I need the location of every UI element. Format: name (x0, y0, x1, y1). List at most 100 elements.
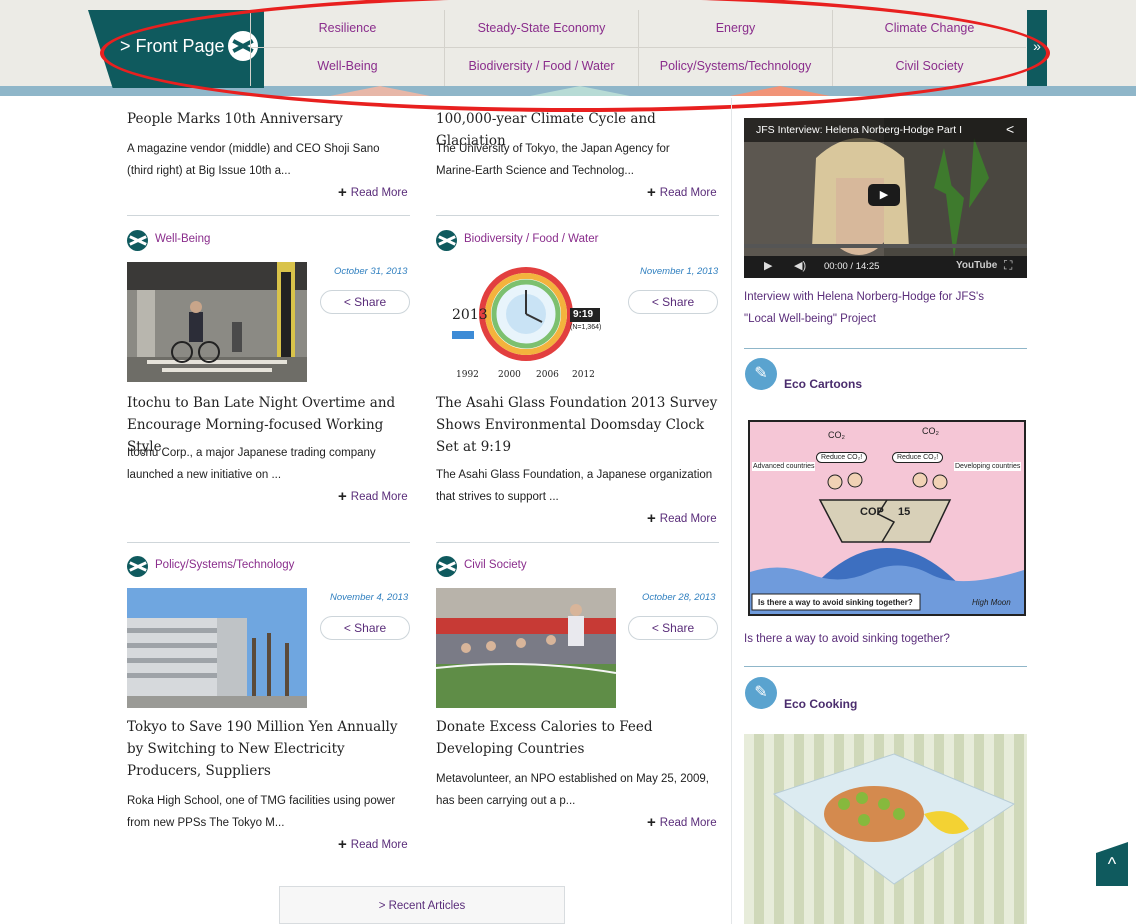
fullscreen-icon[interactable]: ⛶ (1004, 258, 1012, 273)
category-label: Policy/Systems/Technology (155, 559, 295, 571)
plus-icon: + (647, 184, 656, 201)
video-share-icon[interactable]: < (1006, 121, 1014, 137)
article-excerpt: Metavolunteer, an NPO established on May… (436, 773, 709, 807)
share-icon: < (651, 295, 663, 309)
topic-steady-state-economy[interactable]: Steady-State Economy (444, 10, 638, 48)
share-icon: < (343, 621, 355, 635)
read-more-link[interactable]: + Read More (338, 184, 408, 201)
category-tag[interactable]: Policy/Systems/Technology (127, 554, 347, 578)
article-date: October 31, 2013 (334, 266, 408, 277)
plus-icon: + (338, 488, 347, 505)
cartoon-speech-bubble: Reduce CO₂! (816, 452, 868, 463)
read-more-link[interactable]: + Read More (647, 814, 717, 831)
cartoon-label: Advanced countries (752, 462, 816, 471)
eco-cartoon-caption-link[interactable]: Is there a way to avoid sinking together… (744, 628, 1024, 650)
cartoon-co2: CO₂ (922, 426, 939, 436)
topic-civil-society[interactable]: Civil Society (832, 48, 1026, 86)
play-icon[interactable]: ▶ (868, 184, 900, 206)
divider (436, 542, 719, 543)
band-triangle (720, 86, 840, 96)
article-thumbnail[interactable] (127, 588, 307, 708)
article-excerpt: The Asahi Glass Foundation, a Japanese o… (436, 469, 713, 503)
article-headline[interactable]: Tokyo to Save 190 Million Yen Annually b… (127, 716, 417, 782)
article-headline[interactable]: The Asahi Glass Foundation 2013 Survey S… (436, 392, 726, 458)
category-icon (127, 230, 148, 251)
read-more-label: Read More (659, 187, 717, 199)
article-headline[interactable]: People Marks 10th Anniversary (127, 108, 417, 130)
back-to-top-button[interactable]: ^ (1096, 842, 1128, 886)
read-more-link[interactable]: + Read More (647, 184, 717, 201)
share-button[interactable]: < Share (628, 290, 718, 314)
read-more-link[interactable]: + Read More (338, 836, 408, 853)
eco-cooking-image[interactable] (744, 734, 1027, 924)
figure-year-tick: 2000 (498, 370, 521, 380)
share-button[interactable]: < Share (320, 616, 410, 640)
more-topics-button[interactable]: » (1027, 10, 1047, 86)
topic-climate-change[interactable]: Climate Change (832, 10, 1026, 48)
article-thumbnail[interactable] (127, 262, 307, 382)
category-icon (436, 556, 457, 577)
front-page-label: > Front Page (120, 36, 225, 56)
front-page-link[interactable]: > Front Page (88, 10, 264, 88)
youtube-logo[interactable]: YouTube (956, 260, 997, 271)
read-more-label: Read More (350, 839, 408, 851)
eco-cartoon-image[interactable]: CO₂ CO₂ Advanced countries Reduce CO₂! R… (748, 420, 1026, 616)
category-tag[interactable]: Well-Being (127, 228, 327, 252)
topic-well-being[interactable]: Well-Being (250, 48, 444, 86)
category-icon (127, 556, 148, 577)
topic-resilience[interactable]: Resilience (250, 10, 444, 48)
plus-icon: + (338, 184, 347, 201)
eco-cooking-badge-icon: ✎ (745, 677, 777, 709)
sidebar-divider (744, 348, 1027, 349)
category-label: Civil Society (464, 559, 527, 571)
read-more-link[interactable]: + Read More (647, 510, 717, 527)
plus-icon: + (338, 836, 347, 853)
read-more-label: Read More (350, 187, 408, 199)
plus-icon: + (647, 814, 656, 831)
topic-policy-systems-technology[interactable]: Policy/Systems/Technology (638, 48, 832, 86)
article-excerpt: The University of Tokyo, the Japan Agenc… (436, 143, 670, 177)
read-more-label: Read More (659, 817, 717, 829)
play-control-icon[interactable]: ▶ (764, 259, 772, 272)
topic-energy[interactable]: Energy (638, 10, 832, 48)
video-caption-link[interactable]: Interview with Helena Norberg-Hodge for … (744, 286, 994, 330)
doomsday-clock-figure[interactable]: 2013 9:19 (N=1,364) 1992 2000 2006 2012 (436, 262, 616, 382)
share-button[interactable]: < Share (320, 290, 410, 314)
category-label: Well-Being (155, 233, 211, 245)
read-more-link[interactable]: + Read More (338, 488, 408, 505)
plus-icon: + (647, 510, 656, 527)
share-label: Share (354, 621, 387, 635)
cartoon-caption: Is there a way to avoid sinking together… (758, 598, 913, 607)
article-excerpt: Itochu Corp., a major Japanese trading c… (127, 447, 376, 481)
divider (127, 542, 410, 543)
eco-cartoons-title[interactable]: Eco Cartoons (784, 377, 862, 391)
recent-articles-button[interactable]: > Recent Articles (279, 886, 565, 924)
top-navigation: > Front Page Resilience Steady-State Eco… (0, 0, 1136, 96)
band-triangle (320, 86, 440, 96)
share-icon: < (651, 621, 663, 635)
chevron-up-icon: ^ (1107, 854, 1117, 874)
video-title: JFS Interview: Helena Norberg-Hodge Part… (756, 124, 963, 136)
share-button[interactable]: < Share (628, 616, 718, 640)
figure-year-tick: 1992 (456, 370, 479, 380)
figure-sample: (N=1,364) (570, 324, 602, 331)
sidebar-divider (731, 98, 732, 924)
cartoon-boat-text: COP (860, 506, 884, 518)
volume-icon[interactable]: ◀) (794, 259, 806, 272)
article-thumbnail[interactable] (436, 588, 616, 708)
article-excerpt: Roka High School, one of TMG facilities … (127, 795, 396, 829)
band-triangle (520, 86, 640, 96)
article-excerpt: A magazine vendor (middle) and CEO Shoji… (127, 143, 380, 177)
category-tag[interactable]: Civil Society (436, 554, 636, 578)
article-headline[interactable]: Donate Excess Calories to Feed Developin… (436, 716, 726, 760)
category-tag[interactable]: Biodiversity / Food / Water (436, 228, 656, 252)
sidebar-divider (744, 666, 1027, 667)
share-label: Share (662, 295, 695, 309)
eco-cooking-title[interactable]: Eco Cooking (784, 697, 857, 711)
figure-year: 2013 (452, 307, 488, 323)
cartoon-label: Developing countries (954, 462, 1022, 471)
share-label: Share (354, 295, 387, 309)
topic-biodiversity[interactable]: Biodiversity / Food / Water (444, 48, 638, 86)
video-player[interactable]: JFS Interview: Helena Norberg-Hodge Part… (744, 118, 1027, 278)
cartoon-signature: High Moon (972, 598, 1011, 607)
